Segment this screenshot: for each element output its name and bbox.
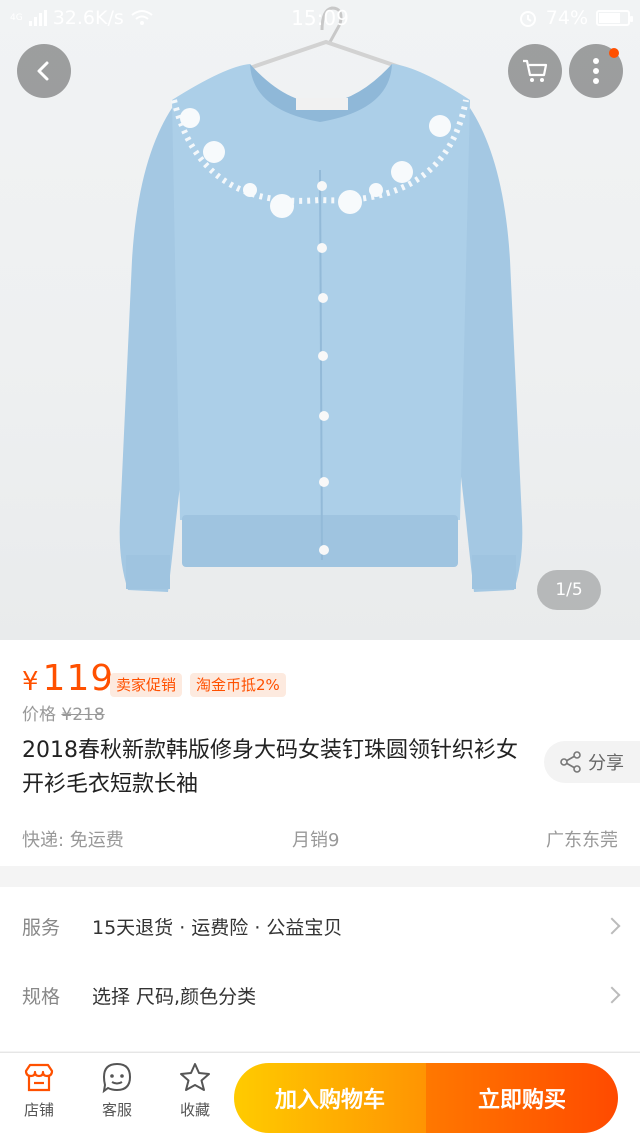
chevron-right-icon [603,986,621,1004]
shop-button[interactable]: 店铺 [4,1061,74,1120]
star-icon [180,1063,210,1091]
share-icon [560,751,581,773]
signal-icon [28,10,47,26]
notification-dot [609,48,619,58]
battery-percent: 74% [545,7,588,29]
back-icon [37,61,49,81]
customer-service-button[interactable]: 客服 [82,1061,152,1120]
network-type: 4G [10,12,23,23]
customer-service-icon [102,1062,132,1094]
more-button[interactable] [569,44,623,98]
share-button[interactable]: 分享 [544,741,640,783]
favorite-button[interactable]: 收藏 [160,1061,230,1120]
spec-value: 选择 尺码,颜色分类 [92,985,257,1008]
original-price-value: ¥218 [61,705,105,725]
price-row: ¥ 119 [22,658,114,699]
customer-service-label: 客服 [101,1101,132,1119]
bottom-action-bar: 店铺 客服 收藏 加入购物车 立即购买 [0,1052,640,1138]
original-price-label: 价格 [22,705,56,725]
back-button[interactable] [17,44,71,98]
service-row[interactable]: 服务 15天退货 · 运费险 · 公益宝贝 [0,891,640,961]
shipping-info: 快递: 免运费 [22,830,124,851]
promo-tag: 卖家促销 [110,673,183,697]
spec-row[interactable]: 规格 选择 尺码,颜色分类 [0,960,640,1030]
share-label: 分享 [588,753,624,774]
coin-tag: 淘金币抵2% [190,673,286,697]
shop-icon [24,1063,54,1092]
service-section: 服务 15天退货 · 运费险 · 公益宝贝 规格 选择 尺码,颜色分类 [0,887,640,1051]
wifi-icon [131,10,153,25]
network-speed: 32.6K/s [52,7,124,29]
buy-now-button[interactable]: 立即购买 [426,1063,618,1133]
monthly-sales: 月销9 [292,830,340,851]
original-price: 价格 ¥218 [22,700,105,725]
more-icon [593,58,599,84]
alarm-icon [519,11,536,27]
service-value: 15天退货 · 运费险 · 公益宝贝 [92,916,343,939]
status-bar: 4G 32.6K/s 15:09 74% [0,0,640,36]
ship-from-location: 广东东莞 [546,830,618,851]
service-label: 服务 [22,916,61,939]
battery-icon [596,10,633,26]
currency-symbol: ¥ [22,667,39,697]
spec-label: 规格 [22,985,61,1008]
favorite-label: 收藏 [179,1101,210,1119]
cart-button[interactable] [508,44,562,98]
chevron-right-icon [603,917,621,935]
image-page-indicator: 1/5 [537,570,601,610]
shop-label: 店铺 [23,1101,54,1119]
product-info: ¥ 119 卖家促销 淘金币抵2% 价格 ¥218 2018春秋新款韩版修身大码… [0,640,640,866]
product-title: 2018春秋新款韩版修身大码女装钉珠圆领针织衫女开衫毛衣短款长袖 [22,738,518,797]
current-price: 119 [42,658,115,699]
cart-icon [523,59,548,82]
add-to-cart-button[interactable]: 加入购物车 [234,1063,426,1133]
